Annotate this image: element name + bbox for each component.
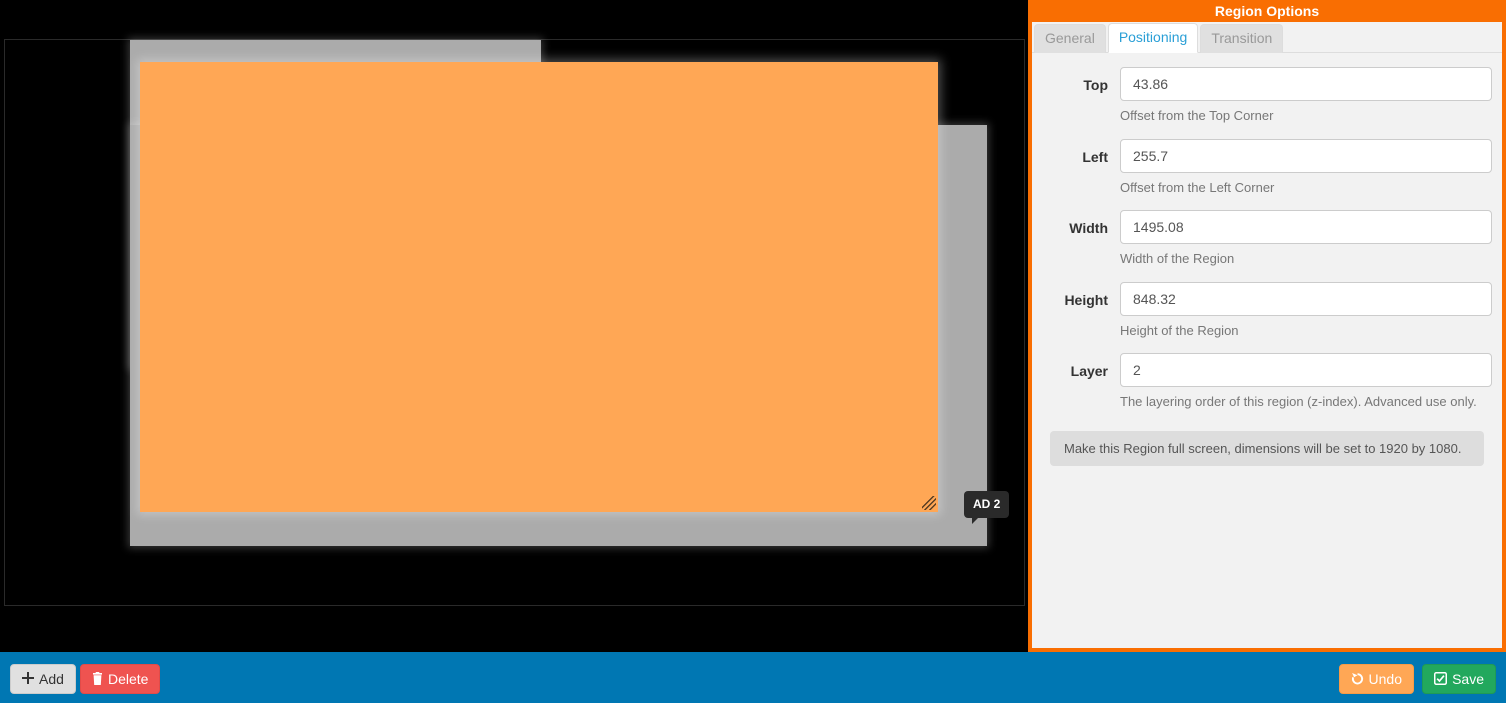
layout-preview-area: AD 2 [0, 0, 1028, 652]
help-layer: The layering order of this region (z-ind… [1120, 393, 1492, 411]
input-width[interactable] [1120, 210, 1492, 244]
trash-icon [92, 672, 103, 687]
app-root: AD 2 Region Options General Positioning … [0, 0, 1506, 703]
help-left: Offset from the Left Corner [1120, 179, 1492, 197]
undo-button-label: Undo [1369, 671, 1402, 687]
input-height[interactable] [1120, 282, 1492, 316]
bottom-toolbar: Add Delete Undo [0, 652, 1506, 703]
delete-button[interactable]: Delete [80, 664, 160, 694]
panel-form-body: Top Offset from the Top Corner Left Offs… [1032, 53, 1502, 648]
region-tooltip-ad2: AD 2 [964, 491, 1009, 518]
checkbox-check-icon [1434, 672, 1447, 687]
panel-tab-bar: General Positioning Transition [1032, 22, 1502, 53]
form-row-top: Top Offset from the Top Corner [1042, 67, 1492, 139]
help-width: Width of the Region [1120, 250, 1492, 268]
undo-button[interactable]: Undo [1339, 664, 1414, 694]
label-left: Left [1042, 139, 1120, 165]
form-row-left: Left Offset from the Left Corner [1042, 139, 1492, 211]
panel-title: Region Options [1032, 0, 1502, 22]
save-button[interactable]: Save [1422, 664, 1496, 694]
layout-canvas[interactable]: AD 2 [5, 40, 1024, 605]
tab-transition[interactable]: Transition [1200, 24, 1283, 53]
region-orange-ad2[interactable] [140, 62, 938, 512]
resize-handle-icon[interactable] [922, 496, 936, 510]
input-left[interactable] [1120, 139, 1492, 173]
help-top: Offset from the Top Corner [1120, 107, 1492, 125]
region-options-panel: Region Options General Positioning Trans… [1028, 0, 1506, 652]
label-top: Top [1042, 67, 1120, 93]
help-height: Height of the Region [1120, 322, 1492, 340]
label-height: Height [1042, 282, 1120, 308]
form-row-width: Width Width of the Region [1042, 210, 1492, 282]
label-layer: Layer [1042, 353, 1120, 379]
plus-icon [22, 672, 34, 686]
make-fullscreen-note[interactable]: Make this Region full screen, dimensions… [1050, 431, 1484, 466]
add-button-label: Add [39, 671, 64, 687]
tab-positioning[interactable]: Positioning [1108, 23, 1199, 53]
tab-general[interactable]: General [1034, 24, 1106, 53]
form-row-height: Height Height of the Region [1042, 282, 1492, 354]
input-layer[interactable] [1120, 353, 1492, 387]
delete-button-label: Delete [108, 671, 148, 687]
add-button[interactable]: Add [10, 664, 76, 694]
undo-arrow-icon [1351, 672, 1364, 687]
input-top[interactable] [1120, 67, 1492, 101]
form-row-layer: Layer The layering order of this region … [1042, 353, 1492, 425]
save-button-label: Save [1452, 671, 1484, 687]
label-width: Width [1042, 210, 1120, 236]
